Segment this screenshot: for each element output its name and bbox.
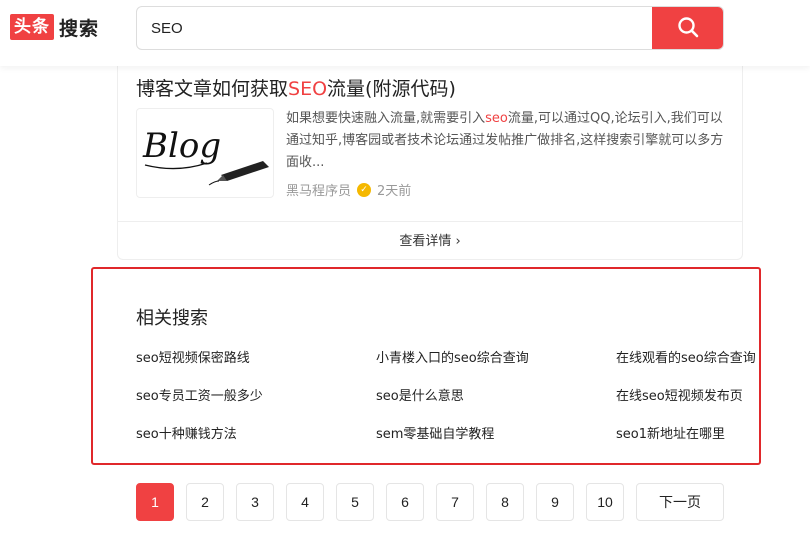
publish-time: 2天前 — [377, 184, 412, 199]
related-search-item[interactable]: 小青楼入口的seo综合查询 — [376, 347, 604, 366]
abstract-text: 如果想要快速融入流量,就需要引入 — [286, 111, 486, 126]
page-button-2[interactable]: 2 — [186, 483, 224, 521]
page-button-10[interactable]: 10 — [586, 483, 624, 521]
title-text: 博客文章如何获取 — [136, 78, 289, 100]
related-search-item[interactable]: seo十种赚钱方法 — [136, 423, 364, 442]
thumb-blog-text: Blog — [142, 126, 221, 166]
view-details-link[interactable]: 查看详情 › — [117, 230, 743, 249]
page-button-4[interactable]: 4 — [286, 483, 324, 521]
top-header: 头条 搜索 — [0, 0, 810, 66]
related-search-item[interactable]: 在线观看的seo综合查询 — [616, 347, 806, 366]
title-text-end: 流量(附源代码) — [327, 78, 456, 100]
view-details-label: 查看详情 — [399, 234, 452, 249]
page-button-8[interactable]: 8 — [486, 483, 524, 521]
page-button-1[interactable]: 1 — [136, 483, 174, 521]
related-search-item[interactable]: 在线seo短视频发布页 — [616, 385, 806, 404]
verified-badge-icon: ✓ — [357, 182, 372, 197]
related-search-item[interactable]: seo1新地址在哪里 — [616, 423, 806, 442]
author-name[interactable]: 黑马程序员 — [286, 180, 351, 199]
page-button-9[interactable]: 9 — [536, 483, 574, 521]
title-highlight: SEO — [288, 78, 328, 100]
related-search-item[interactable]: seo是什么意思 — [376, 385, 604, 404]
page-button-3[interactable]: 3 — [236, 483, 274, 521]
search-icon — [677, 16, 699, 41]
result-abstract: 如果想要快速融入流量,就需要引入seo流量,可以通过QQ,论坛引入,我们可以通过… — [286, 108, 726, 174]
chevron-right-icon: › — [455, 234, 461, 249]
logo-badge: 头条 — [10, 14, 54, 40]
related-search-item[interactable]: seo短视频保密路线 — [136, 347, 364, 366]
page-button-5[interactable]: 5 — [336, 483, 374, 521]
logo-text: 搜索 — [59, 17, 100, 40]
card-divider — [117, 221, 743, 222]
related-searches-title: 相关搜索 — [136, 308, 208, 329]
page-button-7[interactable]: 7 — [436, 483, 474, 521]
related-search-item[interactable]: sem零基础自学教程 — [376, 423, 604, 442]
related-search-item[interactable]: seo专员工资一般多少 — [136, 385, 364, 404]
toutiao-search-logo[interactable]: 头条 搜索 — [10, 13, 99, 41]
abstract-highlight: seo — [485, 111, 508, 126]
search-bar — [136, 6, 724, 50]
result-thumbnail[interactable]: Blog — [136, 108, 274, 198]
next-page-button[interactable]: 下一页 — [636, 483, 724, 521]
result-title-link[interactable]: 博客文章如何获取SEO流量(附源代码) — [136, 74, 456, 101]
search-input[interactable] — [137, 7, 653, 49]
result-meta: 黑马程序员 ✓ 2天前 — [286, 180, 411, 199]
page-button-6[interactable]: 6 — [386, 483, 424, 521]
search-button[interactable] — [652, 7, 723, 49]
